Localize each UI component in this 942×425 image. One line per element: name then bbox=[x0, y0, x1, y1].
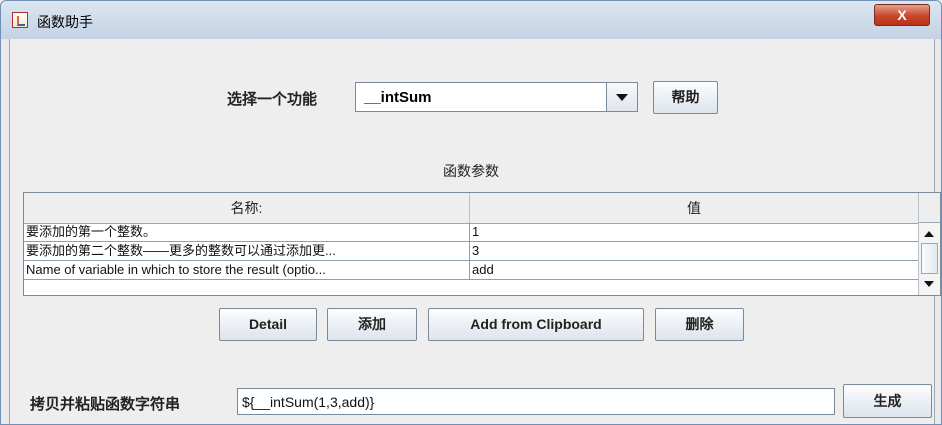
scroll-up-icon[interactable] bbox=[921, 225, 938, 242]
function-string-value: ${__intSum(1,3,add)} bbox=[242, 394, 375, 410]
help-button[interactable]: 帮助 bbox=[653, 81, 718, 114]
add-from-clipboard-button[interactable]: Add from Clipboard bbox=[428, 308, 644, 341]
table-header-corner bbox=[918, 193, 940, 223]
delete-button[interactable]: 删除 bbox=[655, 308, 744, 341]
table-header: 名称: 值 bbox=[24, 193, 918, 224]
function-select[interactable]: __intSum bbox=[355, 82, 638, 112]
table-row[interactable]: 要添加的第一个整数。 1 bbox=[24, 223, 918, 242]
table-row[interactable]: Name of variable in which to store the r… bbox=[24, 261, 918, 280]
parameters-table: 名称: 值 要添加的第一个整数。 1 要添加的第二个整数——更多的整数可以通过添… bbox=[23, 192, 941, 296]
param-name-cell[interactable]: Name of variable in which to store the r… bbox=[24, 261, 470, 279]
param-value-cell[interactable]: 1 bbox=[470, 223, 918, 241]
function-select-value: __intSum bbox=[364, 89, 432, 106]
function-string-field[interactable]: ${__intSum(1,3,add)} bbox=[237, 388, 835, 415]
add-button[interactable]: 添加 bbox=[327, 308, 417, 341]
function-string-label: 拷贝并粘贴函数字符串 bbox=[30, 396, 181, 413]
function-select-label: 选择一个功能 bbox=[227, 91, 318, 108]
param-name-cell[interactable]: 要添加的第一个整数。 bbox=[24, 223, 470, 241]
scroll-down-icon[interactable] bbox=[921, 276, 938, 293]
table-scrollbar[interactable] bbox=[918, 223, 940, 295]
param-name-cell[interactable]: 要添加的第二个整数——更多的整数可以通过添加更... bbox=[24, 242, 470, 260]
column-header-name[interactable]: 名称: bbox=[24, 193, 470, 223]
parameters-section-title: 函数参数 bbox=[443, 163, 499, 179]
title-bar[interactable]: 函数助手 X bbox=[1, 1, 941, 39]
column-header-value[interactable]: 值 bbox=[470, 193, 918, 223]
window-title: 函数助手 bbox=[37, 14, 93, 30]
detail-button[interactable]: Detail bbox=[219, 308, 317, 341]
generate-button[interactable]: 生成 bbox=[843, 384, 932, 418]
table-row[interactable]: 要添加的第二个整数——更多的整数可以通过添加更... 3 bbox=[24, 242, 918, 261]
scroll-thumb[interactable] bbox=[921, 243, 938, 274]
param-value-cell[interactable]: add bbox=[470, 261, 918, 279]
java-app-icon bbox=[12, 12, 28, 28]
close-button[interactable]: X bbox=[874, 4, 930, 26]
param-value-cell[interactable]: 3 bbox=[470, 242, 918, 260]
chevron-down-icon[interactable] bbox=[606, 83, 637, 111]
